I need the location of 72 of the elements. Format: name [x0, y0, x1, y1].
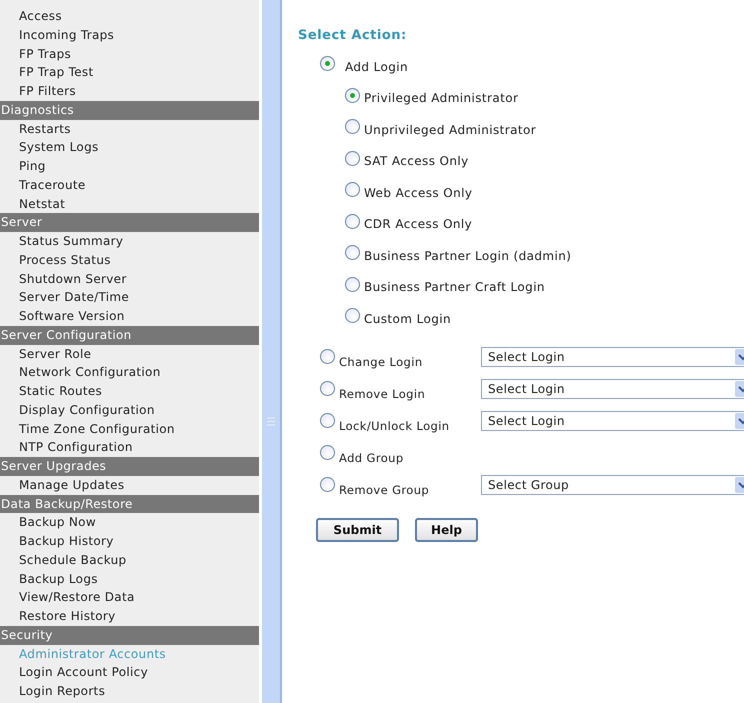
nav-link[interactable]: Netstat: [0, 194, 259, 214]
radio-label: Add Login: [345, 60, 408, 74]
nav-link[interactable]: FP Traps: [0, 44, 259, 64]
nav-link[interactable]: FP Filters: [0, 82, 259, 101]
nav-link[interactable]: Restarts: [0, 120, 259, 138]
nav-link[interactable]: Display Configuration: [0, 400, 259, 420]
nav-link[interactable]: Status Summary: [0, 232, 259, 251]
nav-link[interactable]: Login Reports: [0, 682, 259, 701]
submit-button[interactable]: Submit: [316, 518, 399, 542]
radio-button[interactable]: [320, 413, 335, 428]
nav-link[interactable]: System Logs: [0, 138, 259, 157]
section-header: Server Configuration: [0, 326, 259, 344]
nav-link[interactable]: Incoming Traps: [0, 26, 259, 44]
nav-link[interactable]: NTP Configuration: [0, 438, 259, 457]
nav-link[interactable]: Login Account Policy: [0, 663, 259, 682]
radio-button[interactable]: [320, 445, 335, 460]
radio-label: Lock/Unlock Login: [339, 418, 450, 432]
radio-label: Business Partner Login (dadmin): [364, 248, 572, 263]
login-dropdown[interactable]: Select Login: [481, 378, 744, 398]
radio-label: Change Login: [339, 354, 424, 368]
nav-link[interactable]: Shutdown Server: [0, 270, 259, 288]
radio-button[interactable]: [320, 477, 335, 492]
login-dropdown[interactable]: Select Group: [481, 474, 744, 494]
radio-label: Business Partner Craft Login: [364, 280, 545, 294]
radio-label: Privileged Administrator: [364, 91, 518, 106]
section-title: Select Action:: [298, 28, 408, 45]
nav-link[interactable]: Server Date/Time: [0, 288, 259, 307]
section-header: Data Backup/Restore: [0, 494, 259, 514]
grip-icon: [267, 417, 275, 426]
section-header: Server: [0, 213, 259, 232]
radio-button[interactable]: [345, 88, 360, 103]
nav-link[interactable]: FP Trap Test: [0, 63, 259, 82]
radio-label: Add Group: [339, 450, 405, 464]
radio-label: CDR Access Only: [364, 217, 472, 232]
nav-link[interactable]: Backup History: [0, 532, 259, 551]
nav-link[interactable]: Traceroute: [0, 176, 259, 194]
radio-label: Custom Login: [364, 312, 451, 326]
radio-button[interactable]: [345, 276, 360, 292]
nav-link[interactable]: Schedule Backup: [0, 550, 259, 570]
radio-button[interactable]: [345, 119, 360, 134]
radio-button[interactable]: [320, 349, 335, 364]
radio-button[interactable]: [345, 182, 360, 198]
radio-label: Unprivileged Administrator: [364, 122, 536, 137]
login-dropdown[interactable]: Select Login: [481, 410, 744, 430]
login-dropdown[interactable]: Select Login: [481, 346, 744, 366]
radio-button[interactable]: [345, 245, 360, 260]
radio-label: SAT Access Only: [364, 154, 469, 168]
radio-button[interactable]: [345, 150, 360, 166]
nav-link[interactable]: Ping: [0, 157, 259, 176]
radio-label: Web Access Only: [364, 186, 472, 200]
nav-link[interactable]: Process Status: [0, 250, 259, 270]
nav-link[interactable]: View/Restore Data: [0, 588, 259, 607]
section-header: Server Upgrades: [0, 457, 259, 476]
nav-link[interactable]: Static Routes: [0, 382, 259, 401]
radio-button[interactable]: [345, 308, 360, 324]
nav-link[interactable]: Time Zone Configuration: [0, 420, 259, 438]
nav-link[interactable]: Access: [0, 7, 259, 26]
radio-button[interactable]: [320, 56, 335, 72]
section-header: Security: [0, 626, 259, 644]
radio-button[interactable]: [345, 214, 360, 229]
nav-link[interactable]: Backup Now: [0, 513, 259, 532]
nav-link[interactable]: Software Version: [0, 307, 259, 326]
nav-link[interactable]: Restore History: [0, 607, 259, 626]
help-button[interactable]: Help: [415, 518, 478, 542]
nav-link[interactable]: Manage Updates: [0, 476, 259, 494]
radio-label: Remove Login: [339, 386, 426, 400]
radio-label: Remove Group: [339, 482, 430, 496]
section-header: Diagnostics: [0, 100, 259, 120]
nav-link[interactable]: Backup Logs: [0, 570, 259, 588]
nav-link[interactable]: Server Role: [0, 344, 259, 364]
nav-link[interactable]: Network Configuration: [0, 363, 259, 382]
radio-button[interactable]: [320, 381, 335, 396]
